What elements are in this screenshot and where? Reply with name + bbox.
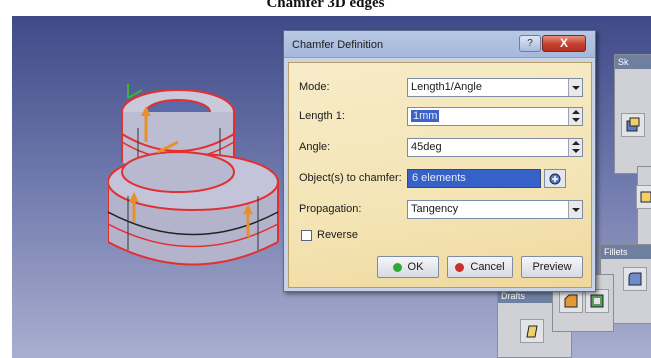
mode-dropdown[interactable]: Length1/Angle — [407, 78, 583, 97]
dialog-title: Chamfer Definition — [292, 39, 384, 51]
shell-tool-icon[interactable] — [585, 289, 609, 313]
ok-button[interactable]: OK — [377, 256, 439, 278]
cancel-button[interactable]: Cancel — [447, 256, 513, 278]
angle-spinner-icon[interactable] — [568, 139, 582, 156]
mode-value: Length1/Angle — [411, 81, 482, 93]
angle-value: 45deg — [411, 141, 442, 153]
ok-label: OK — [407, 261, 424, 273]
length1-spinner-icon[interactable] — [568, 108, 582, 125]
edge-list-icon — [549, 173, 561, 184]
length1-label: Length 1: — [299, 110, 345, 122]
objects-label: Object(s) to chamfer: — [299, 172, 402, 184]
dialog-body: Mode: Length1/Angle Length 1: 1mm Angle:… — [288, 62, 592, 288]
chamfer-definition-dialog: Chamfer Definition ? X Mode: Length1/Ang… — [283, 30, 596, 292]
chamfer-tool-icon[interactable] — [559, 289, 583, 313]
mode-label: Mode: — [299, 81, 330, 93]
sketcher-toolbar-title: Sk — [615, 55, 651, 69]
objects-to-chamfer-field[interactable]: 6 elements — [407, 169, 541, 188]
cylinder-part-icon[interactable] — [108, 72, 294, 282]
page-caption: Chamfer 3D edges — [266, 0, 385, 11]
draft-tool-icon[interactable] — [520, 319, 544, 343]
cancel-icon — [455, 262, 465, 272]
length1-value: 1mm — [411, 110, 440, 122]
pocket-tool-icon[interactable] — [621, 113, 645, 137]
cancel-label: Cancel — [470, 261, 505, 273]
ok-icon — [392, 262, 402, 272]
fillets-toolbar-title: Fillets — [601, 245, 651, 259]
edge-selection-button[interactable] — [544, 169, 566, 188]
close-button[interactable]: X — [542, 35, 586, 52]
preview-label: Preview — [532, 261, 572, 273]
angle-input[interactable]: 45deg — [407, 138, 583, 157]
sketcher-toolbar: Sk — [614, 54, 651, 174]
preview-button[interactable]: Preview — [521, 256, 583, 278]
angle-label: Angle: — [299, 141, 331, 153]
help-button[interactable]: ? — [519, 35, 541, 52]
chevron-down-icon — [568, 79, 582, 96]
reverse-checkbox[interactable] — [301, 230, 312, 241]
chevron-down-icon — [568, 201, 582, 218]
length1-input[interactable]: 1mm — [407, 107, 583, 126]
reverse-label: Reverse — [317, 229, 358, 241]
dress-up-tool-icon[interactable] — [636, 185, 651, 209]
propagation-dropdown[interactable]: Tangency — [407, 200, 583, 219]
propagation-value: Tangency — [411, 203, 459, 215]
propagation-label: Propagation: — [299, 203, 362, 215]
dialog-titlebar[interactable]: Chamfer Definition ? X — [284, 31, 595, 58]
fillet-tool-icon[interactable] — [623, 267, 647, 291]
